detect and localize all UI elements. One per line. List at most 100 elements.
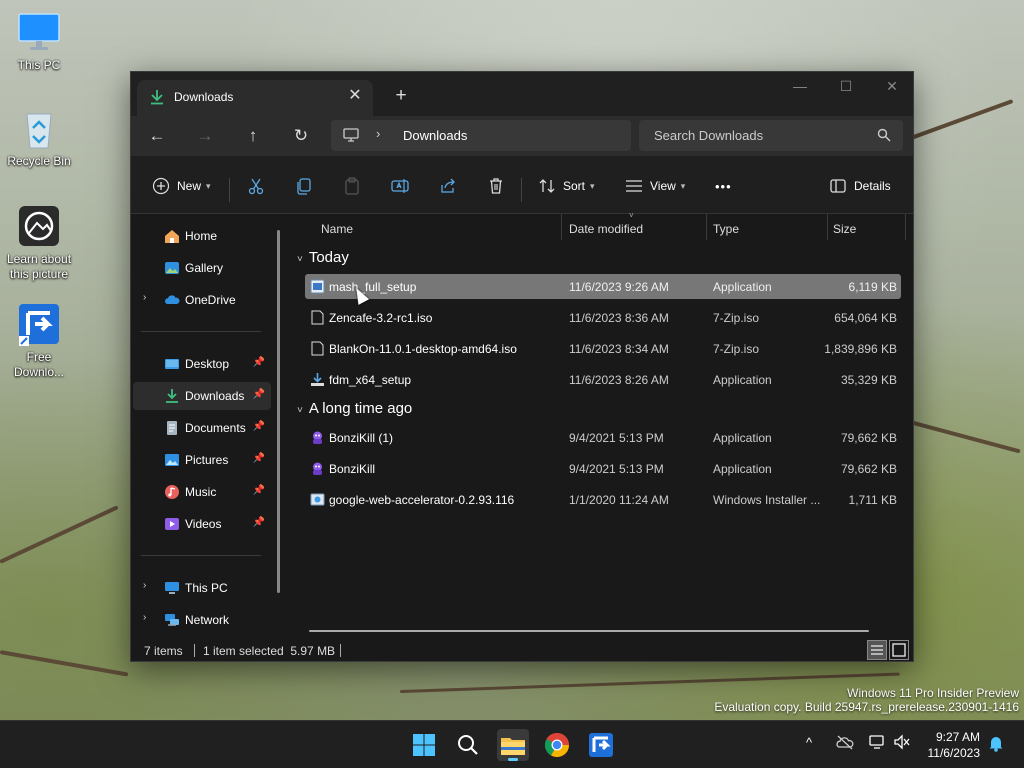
file-date: 9/4/2021 5:13 PM <box>569 431 664 445</box>
address-bar[interactable]: › Downloads <box>331 120 631 151</box>
chrome-taskbar-button[interactable] <box>541 729 573 761</box>
sidebar-scrollbar[interactable] <box>277 230 280 593</box>
sidebar-item-videos[interactable]: Videos 📌 <box>133 510 271 538</box>
sidebar-item-documents[interactable]: Documents 📌 <box>133 414 271 442</box>
group-label: Today <box>308 249 349 266</box>
sidebar-item-this-pc[interactable]: › This PC <box>133 574 271 602</box>
close-window-button[interactable]: ✕ <box>869 72 915 102</box>
sort-button[interactable]: Sort ▾ <box>537 173 595 199</box>
column-divider[interactable] <box>827 214 828 240</box>
clock-time: 9:27 AM <box>935 730 980 744</box>
list-view-icon <box>624 176 644 196</box>
forward-button[interactable]: → <box>190 122 220 150</box>
trash-icon <box>486 176 506 196</box>
back-button[interactable]: ← <box>142 122 172 150</box>
clipboard-icon <box>342 176 362 196</box>
free-download-manager-taskbar-button[interactable] <box>585 729 617 761</box>
table-row[interactable]: BonziKill 9/4/2021 5:13 PM Application 7… <box>305 456 901 481</box>
copy-button[interactable] <box>294 173 314 199</box>
sidebar-item-music[interactable]: Music 📌 <box>133 478 271 506</box>
tab-downloads[interactable]: Downloads ✕ <box>137 80 373 116</box>
file-type: Application <box>713 462 772 476</box>
network-tray-icon[interactable] <box>868 734 886 753</box>
tiles-view-button[interactable] <box>889 640 909 660</box>
chevron-right-icon[interactable]: › <box>143 612 146 623</box>
system-clock[interactable]: 9:27 AM 11/6/2023 <box>928 729 981 761</box>
details-view-button[interactable] <box>867 640 887 660</box>
sidebar-item-onedrive[interactable]: › OneDrive <box>133 286 271 314</box>
pin-icon[interactable]: 📌 <box>253 485 265 496</box>
horizontal-scrollbar[interactable] <box>309 630 869 632</box>
delete-button[interactable] <box>486 173 506 199</box>
table-row[interactable]: mash_full_setup 11/6/2023 9:26 AM Applic… <box>305 274 901 299</box>
volume-muted-icon[interactable] <box>893 734 911 753</box>
group-header-long-time-ago[interactable]: ˅ A long time ago <box>297 400 412 417</box>
desktop-icon-label: Free Downlo... <box>13 350 65 379</box>
breadcrumb-downloads[interactable]: Downloads <box>403 128 467 143</box>
column-header-type[interactable]: Type <box>713 214 739 242</box>
search-input[interactable]: Search Downloads <box>654 128 763 143</box>
start-button[interactable] <box>408 729 440 761</box>
file-type: Application <box>713 280 772 294</box>
pin-icon[interactable]: 📌 <box>253 389 265 400</box>
chevron-down-icon: ▾ <box>206 180 211 191</box>
music-folder-icon <box>164 484 180 500</box>
pin-icon[interactable]: 📌 <box>253 517 265 528</box>
column-divider[interactable] <box>561 214 562 240</box>
column-header-size[interactable]: Size <box>833 214 856 242</box>
share-button[interactable] <box>438 173 458 199</box>
sidebar-item-home[interactable]: Home <box>133 222 271 250</box>
desktop-icon-learn-about-picture[interactable]: Learn about this picture <box>1 204 77 282</box>
tab-close-button[interactable]: ✕ <box>345 86 365 106</box>
sort-indicator-icon: ˅ <box>629 211 634 220</box>
file-explorer-taskbar-button[interactable] <box>497 729 529 761</box>
pin-icon[interactable]: 📌 <box>253 453 265 464</box>
search-box[interactable]: Search Downloads <box>639 120 903 151</box>
new-tab-button[interactable]: + <box>389 85 413 109</box>
search-taskbar-button[interactable] <box>452 729 484 761</box>
column-divider[interactable] <box>706 214 707 240</box>
navigation-pane: Home Gallery › OneDrive Desktop 📌 Downlo… <box>131 214 281 639</box>
details-pane-button[interactable]: Details <box>828 173 891 199</box>
wallpaper-branch <box>909 420 1021 454</box>
sidebar-item-pictures[interactable]: Pictures 📌 <box>133 446 271 474</box>
rename-button[interactable] <box>390 173 410 199</box>
table-row[interactable]: google-web-accelerator-0.2.93.116 1/1/20… <box>305 487 901 512</box>
table-row[interactable]: fdm_x64_setup 11/6/2023 8:26 AM Applicat… <box>305 367 901 392</box>
view-button[interactable]: View ▾ <box>624 173 685 199</box>
paste-button[interactable] <box>342 173 362 199</box>
breadcrumb-chevron-icon[interactable]: › <box>376 126 380 141</box>
table-row[interactable]: BonziKill (1) 9/4/2021 5:13 PM Applicati… <box>305 425 901 450</box>
cut-button[interactable] <box>246 173 266 199</box>
desktop-icon-this-pc[interactable]: This PC <box>1 10 77 73</box>
pin-icon[interactable]: 📌 <box>253 421 265 432</box>
chevron-right-icon[interactable]: › <box>143 580 146 591</box>
column-header-name[interactable]: Name <box>321 214 353 242</box>
maximize-button[interactable]: ☐ <box>823 72 869 102</box>
desktop-icon-recycle-bin[interactable]: Recycle Bin <box>1 106 77 169</box>
pin-icon[interactable]: 📌 <box>253 357 265 368</box>
sidebar-item-network[interactable]: › Network <box>133 606 271 634</box>
column-divider[interactable] <box>905 214 906 240</box>
table-row[interactable]: Zencafe-3.2-rc1.iso 11/6/2023 8:36 AM 7-… <box>305 305 901 330</box>
onedrive-tray-icon[interactable] <box>836 734 854 753</box>
sidebar-item-downloads[interactable]: Downloads 📌 <box>133 382 271 410</box>
up-button[interactable]: ↑ <box>238 122 268 150</box>
more-options-button[interactable]: ••• <box>715 173 732 199</box>
new-button[interactable]: New ▾ <box>151 173 211 199</box>
notification-bell-icon[interactable] <box>988 734 1004 755</box>
chevron-right-icon[interactable]: › <box>143 292 146 303</box>
bonzi-application-icon <box>310 430 325 445</box>
sidebar-divider <box>141 555 261 556</box>
sidebar-item-desktop[interactable]: Desktop 📌 <box>133 350 271 378</box>
plus-circle-icon <box>151 176 171 196</box>
group-header-today[interactable]: ˅ Today <box>297 249 349 266</box>
minimize-button[interactable]: — <box>777 72 823 102</box>
table-row[interactable]: BlankOn-11.0.1-desktop-amd64.iso 11/6/20… <box>305 336 901 361</box>
sidebar-item-gallery[interactable]: Gallery <box>133 254 271 282</box>
search-icon <box>458 735 478 755</box>
refresh-button[interactable]: ↻ <box>286 122 316 150</box>
desktop-icon-free-download-manager[interactable]: Free Downlo... <box>1 302 77 380</box>
sidebar-item-label: Desktop <box>185 357 230 371</box>
show-hidden-icons-button[interactable]: ^ <box>806 735 812 750</box>
